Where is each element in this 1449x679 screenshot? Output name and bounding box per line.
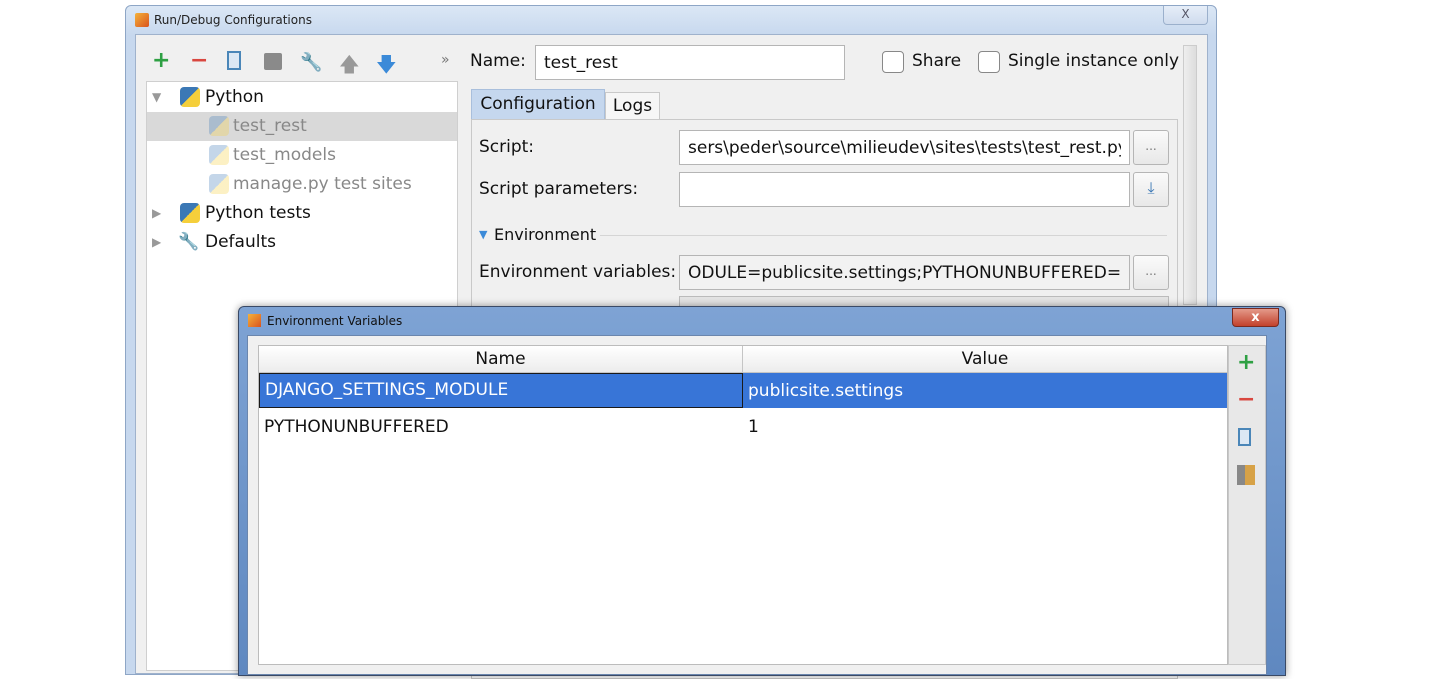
table-row-selected[interactable]: DJANGO_SETTINGS_MODULE publicsite.settin… xyxy=(259,373,1227,408)
expand-parameters-icon[interactable]: ⤓ xyxy=(1133,172,1169,207)
tree-item-test-models[interactable]: test_models xyxy=(147,141,457,170)
collapsed-triangle-icon[interactable]: ▶ xyxy=(152,199,161,228)
tree-item-python-tests[interactable]: ▶ Python tests xyxy=(147,199,457,228)
tree-item-manage-py[interactable]: manage.py test sites xyxy=(147,170,457,199)
expanded-triangle-icon[interactable]: ▼ xyxy=(152,83,161,112)
column-header-value[interactable]: Value xyxy=(743,346,1227,373)
value-cell[interactable]: 1 xyxy=(743,409,1227,445)
remove-configuration-button[interactable]: − xyxy=(190,50,208,72)
tree-item-python[interactable]: ▼ Python xyxy=(147,83,457,112)
environment-variables-input[interactable] xyxy=(679,255,1130,290)
tab-logs[interactable]: Logs xyxy=(605,92,660,120)
tree-item-defaults[interactable]: ▶ 🔧 Defaults xyxy=(147,228,457,257)
tree-item-label: Python xyxy=(205,87,264,107)
save-icon[interactable] xyxy=(264,53,282,70)
single-instance-checkbox[interactable] xyxy=(978,51,1000,73)
tree-item-label: test_rest xyxy=(233,116,307,136)
copy-icon[interactable] xyxy=(1238,428,1251,446)
wrench-icon: 🔧 xyxy=(178,232,200,252)
python-tests-icon xyxy=(180,203,200,223)
add-variable-button[interactable]: + xyxy=(1237,352,1255,374)
edit-environment-variables-button[interactable]: ... xyxy=(1133,255,1169,290)
arrow-down-icon[interactable]: 🡇 xyxy=(376,50,397,84)
environment-section-title: Environment xyxy=(494,225,597,244)
python-file-icon xyxy=(209,174,229,194)
script-label: Script: xyxy=(479,137,535,157)
tree-item-label: Python tests xyxy=(205,203,311,223)
environment-variables-table: Name Value DJANGO_SETTINGS_MODULE public… xyxy=(258,345,1228,665)
collapsed-triangle-icon[interactable]: ▶ xyxy=(152,228,161,257)
arrow-up-icon[interactable]: 🡅 xyxy=(339,50,360,84)
window-title: Run/Debug Configurations xyxy=(154,13,312,27)
tree-item-label: test_models xyxy=(233,145,336,165)
tree-item-label: manage.py test sites xyxy=(233,174,412,194)
share-checkbox[interactable] xyxy=(882,51,904,73)
single-instance-label: Single instance only xyxy=(1008,51,1180,71)
browse-script-button[interactable]: ... xyxy=(1133,130,1169,165)
column-header-name[interactable]: Name xyxy=(259,346,743,373)
add-configuration-button[interactable]: + xyxy=(152,50,170,72)
wrench-icon[interactable]: 🔧 xyxy=(300,52,322,73)
paste-icon[interactable] xyxy=(1237,465,1255,485)
section-divider xyxy=(600,235,1167,236)
app-icon xyxy=(135,13,149,27)
name-input[interactable] xyxy=(535,45,845,80)
python-file-icon xyxy=(209,145,229,165)
script-parameters-input[interactable] xyxy=(679,172,1130,207)
table-actions-toolbar: + − xyxy=(1228,345,1266,665)
script-parameters-label: Script parameters: xyxy=(479,179,639,199)
name-cell[interactable]: DJANGO_SETTINGS_MODULE xyxy=(259,373,743,408)
table-row[interactable]: PYTHONUNBUFFERED 1 xyxy=(259,409,1227,445)
dialog-title: Environment Variables xyxy=(267,314,403,328)
more-actions-button[interactable]: » xyxy=(441,52,450,68)
tree-item-test-rest[interactable]: test_rest xyxy=(147,112,457,141)
tree-item-label: Defaults xyxy=(205,232,276,252)
name-label: Name: xyxy=(470,51,526,71)
remove-variable-button[interactable]: − xyxy=(1237,389,1255,411)
environment-variables-label: Environment variables: xyxy=(479,262,677,282)
close-button[interactable]: X xyxy=(1163,6,1208,25)
copy-icon[interactable] xyxy=(227,51,241,70)
tab-configuration[interactable]: Configuration xyxy=(471,89,605,120)
scrollbar[interactable] xyxy=(1183,45,1197,305)
share-label: Share xyxy=(912,51,962,71)
name-cell[interactable]: PYTHONUNBUFFERED xyxy=(259,409,743,445)
app-icon xyxy=(248,314,261,327)
script-input[interactable] xyxy=(679,130,1130,165)
python-file-icon xyxy=(209,116,229,136)
python-icon xyxy=(180,87,200,107)
close-button[interactable]: x xyxy=(1232,308,1279,327)
value-cell[interactable]: publicsite.settings xyxy=(743,373,1227,408)
section-expanded-icon[interactable]: ▼ xyxy=(479,228,487,241)
